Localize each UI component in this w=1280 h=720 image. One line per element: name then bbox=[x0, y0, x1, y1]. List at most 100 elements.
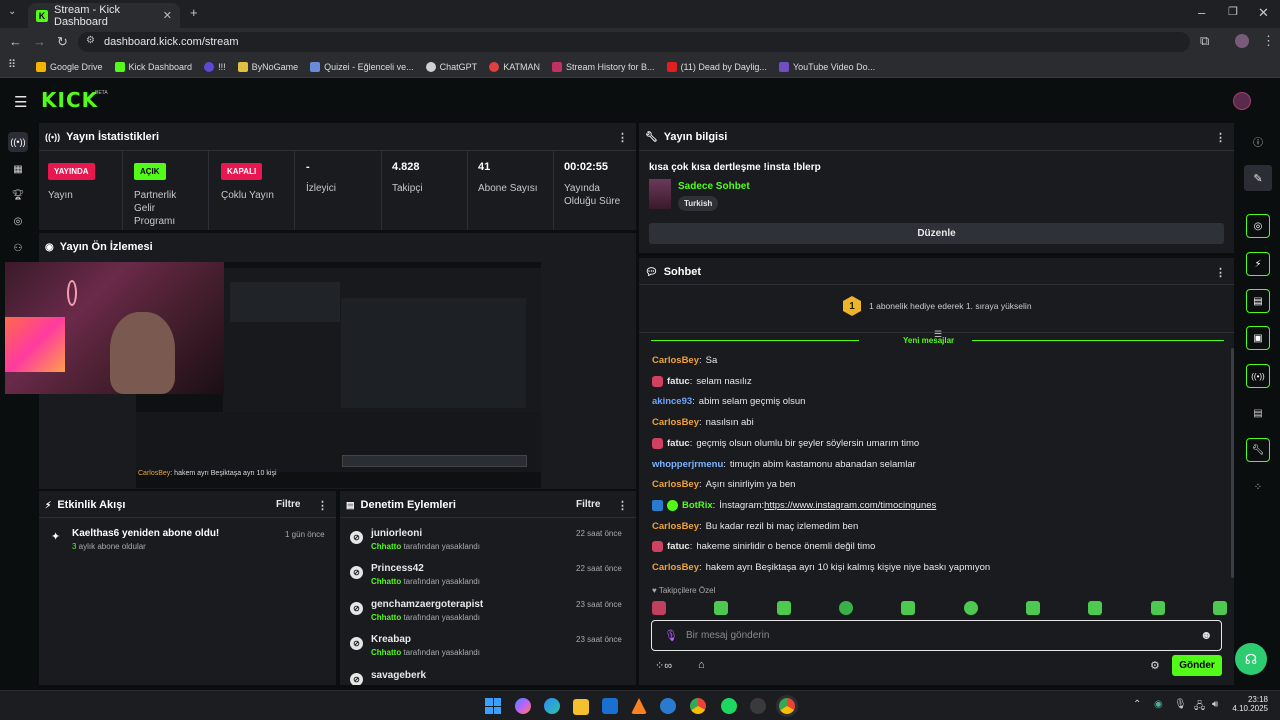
stream-info-menu-icon[interactable]: ⋮ bbox=[1215, 131, 1226, 144]
chrome-menu-icon[interactable]: ⋮ bbox=[1262, 34, 1275, 47]
chat-menu-icon[interactable]: ⋮ bbox=[1215, 266, 1226, 279]
clock[interactable]: 23:18 4.10.2025 bbox=[1232, 695, 1268, 713]
extensions-icon[interactable]: ⧉ bbox=[1200, 34, 1209, 47]
clipboard-icon[interactable]: ▤ bbox=[1246, 289, 1270, 313]
send-button[interactable]: Gönder bbox=[1172, 655, 1222, 676]
chat-message[interactable]: akince93: abim selam geçmiş olsun bbox=[652, 396, 805, 407]
moderator-view-icon[interactable]: ◎ bbox=[1246, 214, 1270, 238]
copilot-icon[interactable] bbox=[515, 698, 531, 714]
url-field[interactable]: ⚙ dashboard.kick.com/stream bbox=[78, 32, 1190, 52]
emote[interactable] bbox=[1025, 601, 1040, 615]
tray-chevron-icon[interactable]: ⌃ bbox=[1133, 699, 1141, 710]
bookmark-item[interactable]: Quizei - Eğlenceli ve... bbox=[310, 61, 414, 72]
emote[interactable] bbox=[838, 601, 853, 615]
window-close-icon[interactable]: ✕ bbox=[1258, 6, 1269, 19]
chat-username[interactable]: akince93 bbox=[652, 396, 692, 407]
lightning-icon[interactable]: ⚡︎ bbox=[1246, 252, 1270, 276]
chat-icon[interactable]: ▣ bbox=[1246, 326, 1270, 350]
chrome-active-icon[interactable] bbox=[779, 698, 795, 714]
community-nav-icon[interactable]: ⚇ bbox=[10, 240, 26, 256]
stats-menu-icon[interactable]: ⋮ bbox=[617, 131, 628, 144]
file-explorer-icon[interactable] bbox=[573, 699, 589, 715]
tab-search-icon[interactable]: ⌄ bbox=[8, 7, 16, 17]
back-icon[interactable]: ← bbox=[9, 35, 22, 48]
chat-message[interactable]: whopperjrmenu: timuçin abim kastamonu aba… bbox=[652, 459, 916, 470]
chat-username[interactable]: CarlosBey bbox=[652, 417, 699, 428]
emoji-icon[interactable]: ☻ bbox=[1200, 628, 1213, 642]
chat-scrollbar[interactable] bbox=[1231, 348, 1234, 578]
app-icon[interactable] bbox=[660, 698, 676, 714]
stream-nav-icon[interactable]: ((•)) bbox=[8, 132, 28, 152]
apps-grid-icon[interactable]: ⠿ bbox=[8, 60, 16, 71]
chat-username[interactable]: BotRix bbox=[682, 500, 713, 511]
broadcast-icon[interactable]: ((•)) bbox=[1246, 364, 1270, 388]
chat-username[interactable]: whopperjrmenu bbox=[652, 459, 723, 470]
chat-message[interactable]: CarlosBey: Aşırı sinirliyim ya ben bbox=[652, 479, 795, 490]
trophy-nav-icon[interactable]: 🏆︎ bbox=[10, 187, 26, 203]
chat-message[interactable]: CarlosBey: nasılsın abi bbox=[652, 417, 754, 428]
emote[interactable] bbox=[714, 601, 729, 615]
kick-logo[interactable]: KICK bbox=[41, 88, 98, 112]
bookmark-item[interactable]: ByNoGame bbox=[237, 61, 298, 72]
chat-link[interactable]: https://www.instagram.com/timocingunes bbox=[764, 500, 936, 511]
analytics-nav-icon[interactable]: ▦ bbox=[10, 161, 26, 177]
category-name[interactable]: Sadece Sohbet bbox=[678, 181, 750, 192]
kick-points-icon[interactable]: ⁘∞ bbox=[655, 659, 672, 672]
bookmark-item[interactable]: Stream History for B... bbox=[552, 61, 655, 72]
bookmark-item[interactable]: ChatGPT bbox=[425, 61, 477, 72]
start-button-icon[interactable] bbox=[485, 698, 501, 714]
spotify-icon[interactable] bbox=[721, 698, 737, 714]
chat-settings-gear-icon[interactable]: ⚙ bbox=[1150, 659, 1160, 672]
new-tab-icon[interactable]: + bbox=[190, 6, 198, 19]
chat-message[interactable]: BotRix: İnstagram: https://www.instagram.… bbox=[652, 499, 936, 511]
chat-username[interactable]: CarlosBey bbox=[652, 521, 699, 532]
chat-message[interactable]: CarlosBey: Sa bbox=[652, 355, 717, 366]
chat-message[interactable]: CarlosBey: hakem ayrı Beşiktaşa ayrı 10 k… bbox=[652, 562, 990, 573]
chat-username[interactable]: CarlosBey bbox=[652, 479, 699, 490]
moderation-nav-icon[interactable]: ◎ bbox=[10, 213, 26, 229]
chat-username[interactable]: fatuc bbox=[667, 376, 690, 387]
bookmark-item[interactable]: (11) Dead by Daylig... bbox=[666, 61, 767, 72]
edit-pencil-icon[interactable]: ✎ bbox=[1244, 165, 1272, 191]
emote[interactable] bbox=[1150, 601, 1165, 615]
tray-mic-icon[interactable]: 🎙︎ bbox=[1174, 699, 1187, 710]
bookmark-item[interactable]: KATMAN bbox=[489, 61, 540, 72]
chat-input-box[interactable]: 🎙︎ Bir mesaj gönderin ☻ bbox=[651, 620, 1222, 651]
microphone-icon[interactable]: 🎙︎ bbox=[664, 629, 678, 642]
tab-close-icon[interactable]: ✕ bbox=[163, 9, 172, 22]
minimize-icon[interactable]: – bbox=[1198, 6, 1205, 19]
reload-icon[interactable]: ↻ bbox=[57, 35, 68, 48]
maximize-icon[interactable]: ❐ bbox=[1228, 7, 1238, 18]
chat-message[interactable]: fatuc: selam nasılız bbox=[652, 375, 752, 387]
emote[interactable] bbox=[1212, 601, 1227, 615]
bookmark-item[interactable]: !!! bbox=[204, 61, 226, 72]
bookmark-item[interactable]: Kick Dashboard bbox=[114, 61, 192, 72]
user-avatar[interactable] bbox=[1233, 92, 1251, 110]
moderation-filter-button[interactable]: Filtre bbox=[576, 499, 600, 510]
tray-app-icon[interactable]: ◉ bbox=[1154, 699, 1163, 710]
bookmark-item[interactable]: YouTube Video Do... bbox=[778, 61, 875, 72]
activity-menu-icon[interactable]: ⋮ bbox=[317, 499, 328, 512]
chat-username[interactable]: fatuc bbox=[667, 541, 690, 552]
language-tag[interactable]: Turkish bbox=[678, 196, 719, 211]
store-icon[interactable]: ⌂ bbox=[698, 659, 705, 671]
info-icon[interactable]: ⓘ bbox=[1250, 133, 1266, 149]
emote[interactable] bbox=[776, 601, 791, 615]
layers-icon[interactable]: ▤ bbox=[1250, 405, 1266, 421]
edge-icon[interactable] bbox=[544, 698, 560, 714]
category-thumbnail[interactable] bbox=[649, 179, 671, 209]
network-icon[interactable]: 🖧︎ bbox=[1194, 699, 1205, 716]
chrome-icon[interactable] bbox=[690, 698, 706, 714]
wrench-tool-icon[interactable]: 🔧︎ bbox=[1246, 438, 1270, 462]
moderation-menu-icon[interactable]: ⋮ bbox=[617, 499, 628, 512]
chat-message[interactable]: fatuc: geçmiş olsun olumlu bir şeyler söy… bbox=[652, 437, 919, 449]
bookmark-item[interactable]: Google Drive bbox=[36, 61, 103, 72]
chat-username[interactable]: fatuc bbox=[667, 438, 690, 449]
volume-icon[interactable]: 🔊︎ bbox=[1212, 699, 1218, 710]
hamburger-menu-icon[interactable]: ☰ bbox=[14, 93, 27, 111]
profile-avatar[interactable] bbox=[1235, 34, 1249, 48]
forward-icon[interactable]: → bbox=[33, 35, 46, 48]
obs-icon[interactable] bbox=[750, 698, 766, 714]
emote[interactable] bbox=[963, 601, 978, 615]
gift-leaderboard-text[interactable]: 1 abonelik hediye ederek 1. sıraya yükse… bbox=[869, 301, 1032, 311]
